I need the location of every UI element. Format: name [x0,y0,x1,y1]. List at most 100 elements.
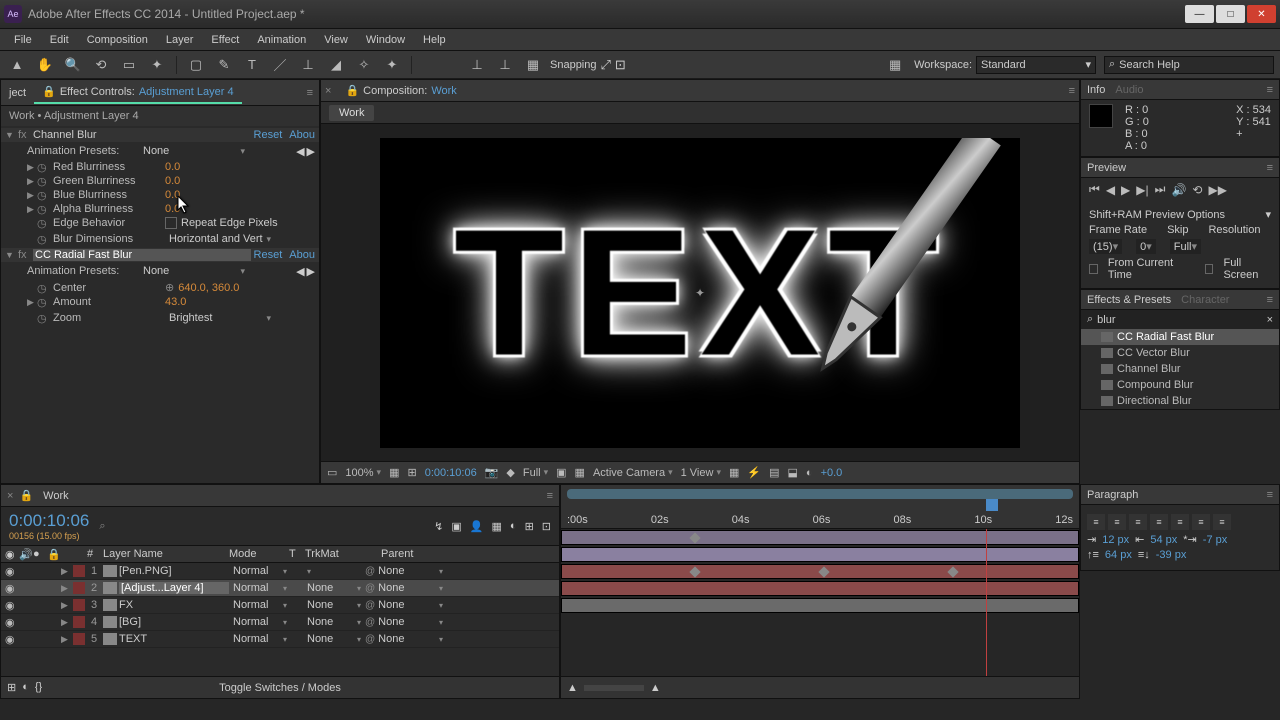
stopwatch-icon[interactable]: ◷ [37,189,49,201]
effects-search-input[interactable] [1097,314,1262,326]
panel-menu-icon[interactable]: ≡ [547,490,553,502]
fx-channel-blur-header[interactable]: ▼ fx Channel Blur Reset Abou [1,128,319,142]
stopwatch-icon[interactable]: ◷ [37,175,49,187]
fx-enable-icon[interactable]: fx [18,129,30,141]
view-axis-icon[interactable]: ▦ [522,54,544,76]
view-layout-dropdown[interactable]: 1 View [681,467,721,479]
maximize-button[interactable]: □ [1216,5,1245,23]
graph-editor-icon[interactable]: ⊞ [525,520,534,533]
character-tab[interactable]: Character [1181,294,1229,306]
parent-dropdown[interactable]: @None [365,582,443,594]
layer-row[interactable]: ◉▶5TEXTNormalNone@None [1,631,559,648]
visibility-toggle-icon[interactable]: ◉ [5,582,17,595]
layer-bars[interactable] [561,529,1079,676]
audio-tab[interactable]: Audio [1115,84,1143,96]
comp-mini-flowchart-icon[interactable]: ↯ [434,520,443,533]
menu-help[interactable]: Help [415,32,454,48]
clear-search-icon[interactable]: × [1267,314,1273,326]
from-current-checkbox[interactable] [1089,264,1098,274]
toggle-switches-modes[interactable]: Toggle Switches / Modes [219,682,341,694]
amount-value[interactable]: 43.0 [165,296,186,308]
panbehind-tool-icon[interactable]: ✦ [146,54,168,76]
stopwatch-icon[interactable]: ◷ [37,312,49,324]
twirl-icon[interactable]: ▶ [61,566,71,577]
panel-menu-icon[interactable]: ≡ [1267,294,1273,306]
layer-name[interactable]: [Pen.PNG] [119,565,229,577]
pixel-icon[interactable]: ▦ [729,466,739,479]
effect-item[interactable]: Directional Blur [1081,393,1279,409]
next-frame-button[interactable]: ▶| [1136,183,1148,197]
blend-mode-dropdown[interactable]: Normal [231,582,289,594]
magnify-icon[interactable]: ▭ [327,466,337,479]
twirl-icon[interactable]: ▶ [61,600,71,611]
layer-bar[interactable] [561,530,1079,545]
twirl-icon[interactable]: ▶ [61,583,71,594]
stopwatch-icon[interactable]: ◷ [37,161,49,173]
parent-dropdown[interactable]: @None [365,599,443,611]
first-frame-button[interactable]: ⏮ [1089,182,1100,197]
hand-tool-icon[interactable]: ✋ [34,54,56,76]
effect-item[interactable]: Channel Blur [1081,361,1279,377]
zoom-in-icon[interactable]: ▲ [650,682,661,694]
solo-column-icon[interactable]: ● [33,548,45,560]
resolution-icon[interactable]: ▦ [389,466,399,479]
timeline-tab[interactable]: Work [33,488,78,504]
menu-view[interactable]: View [316,32,356,48]
layer-row[interactable]: ◉▶4[BG]NormalNone@None [1,614,559,631]
twirl-icon[interactable]: ▶ [27,204,37,215]
composition-tab[interactable]: 🔒 Composition: Work [337,82,464,99]
fx-about-link[interactable]: Abou [289,129,315,141]
pickwhip-icon[interactable]: @ [365,583,375,594]
menu-layer[interactable]: Layer [158,32,202,48]
flowchart-icon[interactable]: ⬓ [788,466,798,479]
close-tab-icon[interactable]: × [7,490,13,502]
close-tab-icon[interactable]: × [325,85,331,97]
in-out-icon[interactable]: {} [35,681,42,694]
cti-head-icon[interactable] [986,499,998,511]
prev-frame-button[interactable]: ◀ [1106,183,1115,197]
selection-tool-icon[interactable]: ▲ [6,54,28,76]
green-blurriness-value[interactable]: 0.0 [165,175,180,187]
viewer[interactable]: TEXT ✦ [321,124,1079,461]
resolution-dropdown[interactable]: Full [523,467,548,479]
space-before-value[interactable]: 64 px [1105,549,1132,561]
keyframe-icon[interactable] [689,566,700,577]
mode-header[interactable]: Mode [229,548,287,560]
menu-file[interactable]: File [6,32,40,48]
blue-blurriness-value[interactable]: 0.0 [165,189,180,201]
justify-last-right-button[interactable]: ≡ [1192,514,1210,530]
preview-tab[interactable]: Preview [1087,162,1126,174]
crosshair-icon[interactable]: ⊕ [165,281,174,294]
effect-item[interactable]: CC Radial Fast Blur [1081,329,1279,345]
effect-controls-tab[interactable]: 🔒 Effect Controls: Adjustment Layer 4 [34,81,241,104]
shy-icon[interactable]: 👤 [470,520,484,533]
menu-animation[interactable]: Animation [249,32,314,48]
grid-icon[interactable]: ⊞ [407,466,416,479]
effect-item[interactable]: Compound Blur [1081,377,1279,393]
effect-controls-layer-link[interactable]: Adjustment Layer 4 [139,86,234,98]
comp-name-link[interactable]: Work [431,85,456,97]
resolution-dropdown[interactable]: Full [1170,239,1201,254]
project-tab[interactable]: ject [1,83,34,103]
panel-menu-icon[interactable]: ≡ [1267,84,1273,96]
blend-mode-dropdown[interactable]: Normal [231,616,289,628]
panel-menu-icon[interactable]: ≡ [1267,489,1273,501]
menu-composition[interactable]: Composition [79,32,156,48]
twirl-icon[interactable]: ▶ [27,297,37,308]
eraser-tool-icon[interactable]: ◢ [325,54,347,76]
preset-prev-icon[interactable]: ◀ [296,145,304,158]
layer-bar[interactable] [561,547,1079,562]
preset-prev-icon[interactable]: ◀ [296,265,304,278]
panel-menu-icon[interactable]: ≡ [1267,162,1273,174]
stopwatch-icon[interactable]: ◷ [37,217,49,229]
twirl-icon[interactable]: ▶ [27,162,37,173]
pickwhip-icon[interactable]: @ [365,566,375,577]
lock-column-icon[interactable]: 🔒 [47,548,59,561]
zoom-out-icon[interactable]: ▲ [567,682,578,694]
minimize-button[interactable]: — [1185,5,1214,23]
work-area-bar[interactable] [567,489,1073,499]
trkmat-dropdown[interactable]: None [305,582,363,594]
panel-menu-icon[interactable]: ≡ [1069,85,1075,97]
pickwhip-icon[interactable]: @ [365,600,375,611]
panel-menu-icon[interactable]: ≡ [307,87,319,99]
